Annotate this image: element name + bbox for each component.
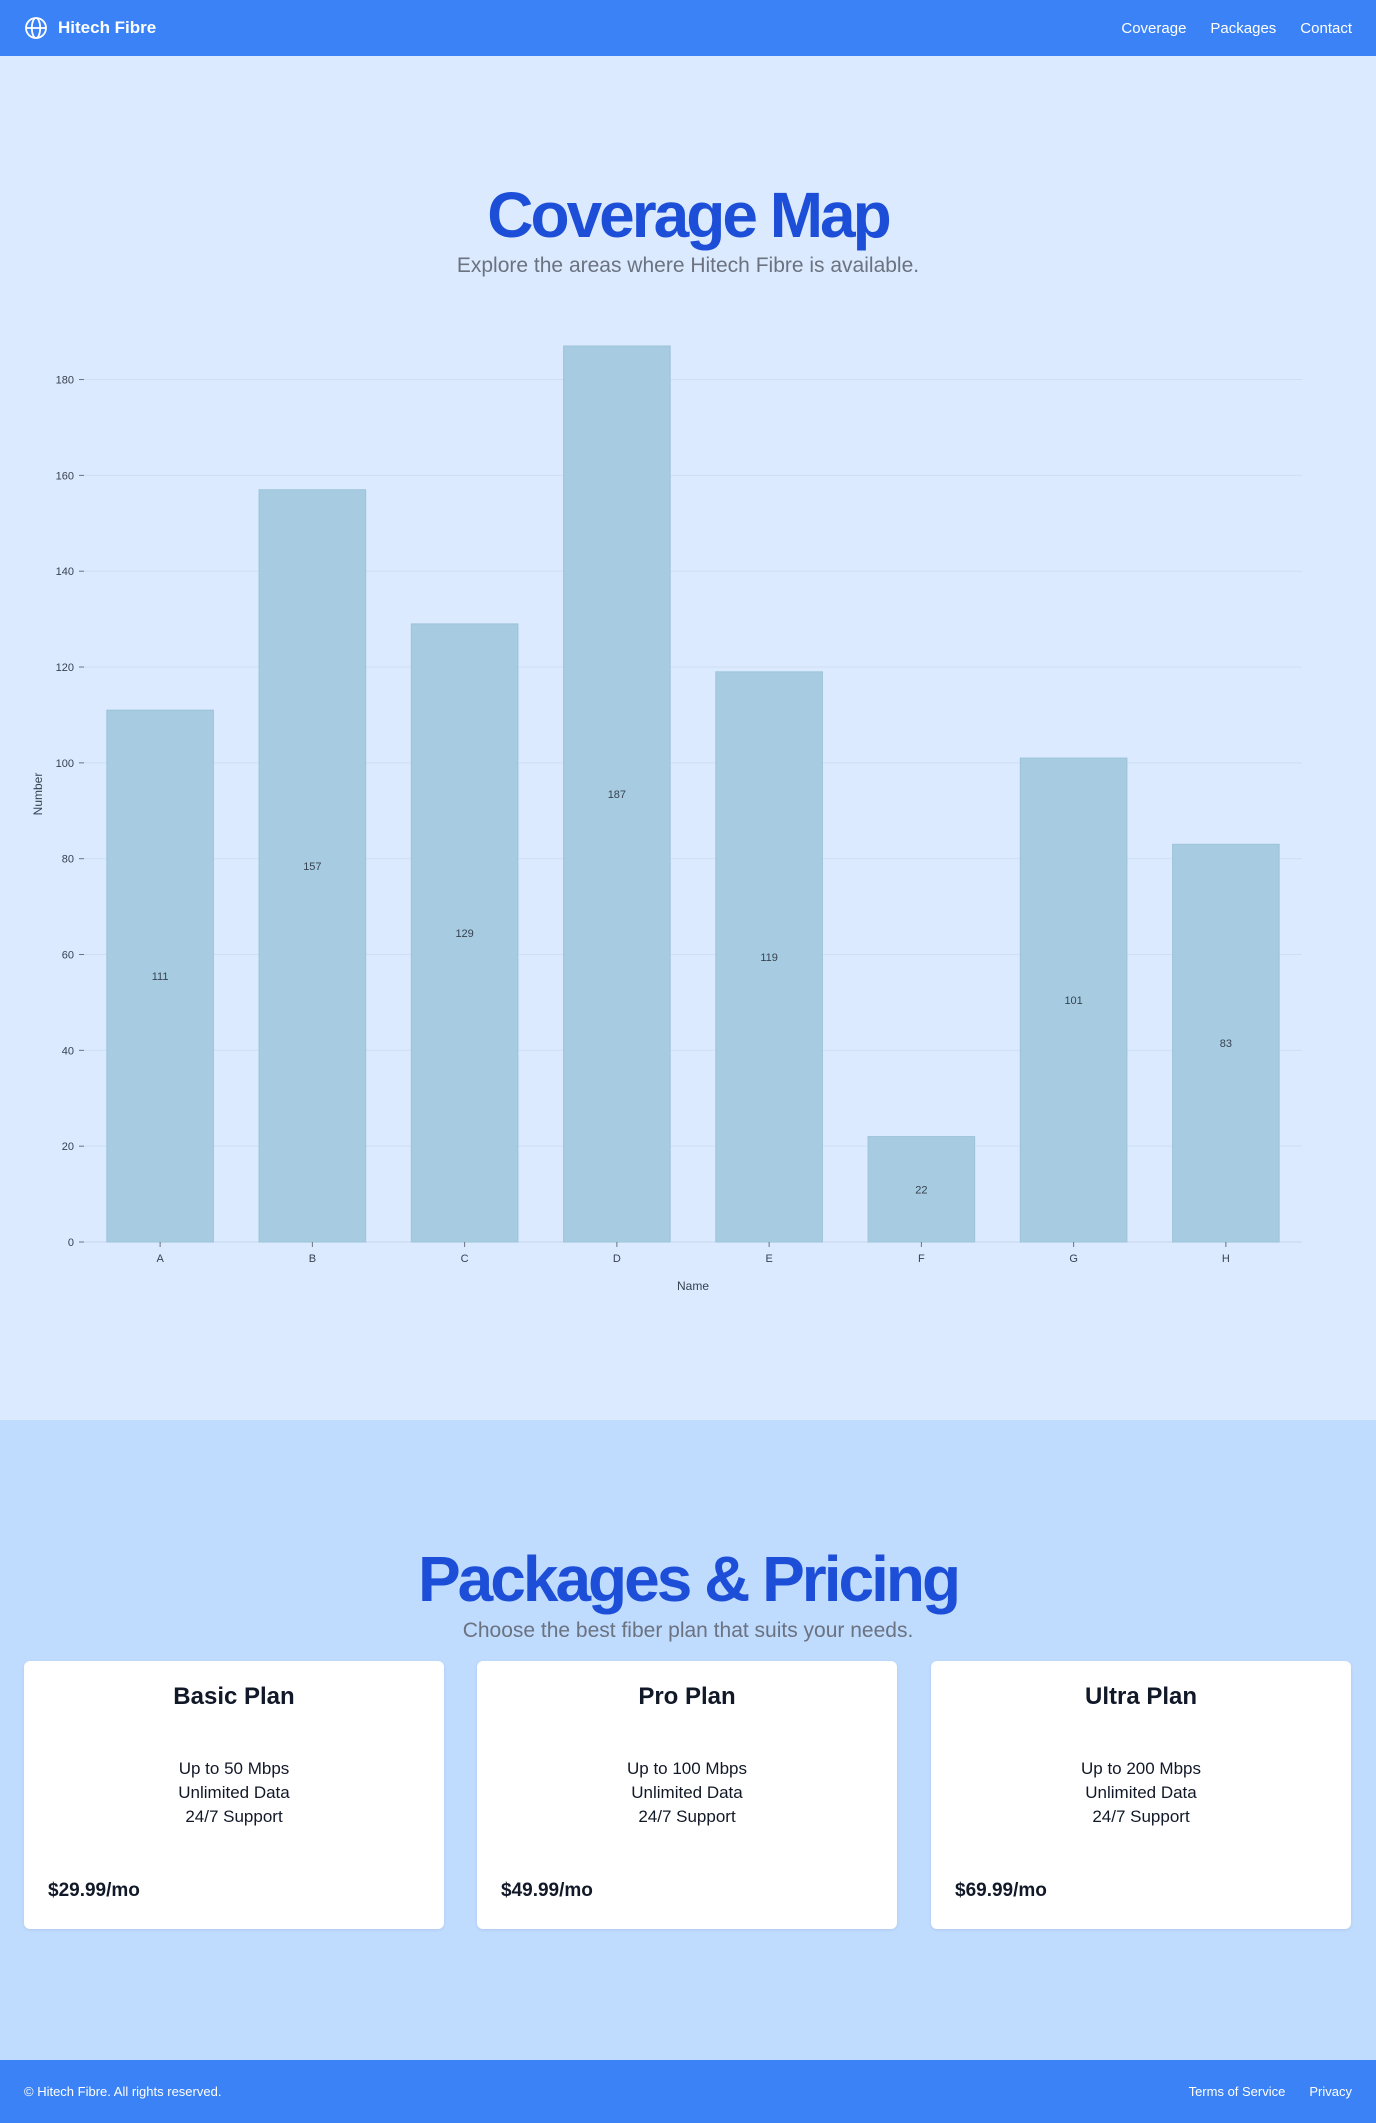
plan-price: $49.99/mo xyxy=(501,1880,593,1901)
plan-feature: Unlimited Data xyxy=(631,1783,743,1802)
x-tick-label: H xyxy=(1222,1253,1230,1265)
plan-name: Ultra Plan xyxy=(1084,1683,1198,1710)
x-tick-label: B xyxy=(309,1253,316,1265)
plan-feature: 24/7 Support xyxy=(638,1807,736,1826)
privacy-link[interactable]: Privacy xyxy=(1309,2084,1352,2099)
bar-value-label: 111 xyxy=(152,971,169,983)
plan-card-basic[interactable]: Basic Plan Up to 50 Mbps Unlimited Data … xyxy=(24,1661,444,1929)
x-tick-label: D xyxy=(613,1253,621,1265)
y-tick-label: 120 xyxy=(56,662,74,674)
plan-card-pro[interactable]: Pro Plan Up to 100 Mbps Unlimited Data 2… xyxy=(477,1661,897,1929)
y-tick-label: 80 xyxy=(62,854,74,866)
plan-features: Up to 200 Mbps Unlimited Data 24/7 Suppo… xyxy=(931,1757,1351,1829)
globe-icon xyxy=(25,17,47,39)
brand-name: Hitech Fibre xyxy=(58,18,157,37)
plan-name: Pro Plan xyxy=(638,1683,736,1710)
y-tick-label: 40 xyxy=(62,1045,74,1057)
y-tick-label: 140 xyxy=(56,566,74,578)
plan-feature: 24/7 Support xyxy=(185,1807,283,1826)
y-tick-label: 160 xyxy=(56,470,74,482)
y-tick-label: 100 xyxy=(56,758,74,770)
y-tick-label: 60 xyxy=(62,950,74,962)
bar-value-label: 187 xyxy=(608,789,626,801)
y-tick-label: 20 xyxy=(62,1141,74,1153)
coverage-subtitle: Explore the areas where Hitech Fibre is … xyxy=(456,254,920,277)
terms-link[interactable]: Terms of Service xyxy=(1189,2084,1286,2099)
nav-link-contact[interactable]: Contact xyxy=(1300,20,1352,37)
bar-value-label: 157 xyxy=(303,861,321,873)
plan-name: Basic Plan xyxy=(173,1683,295,1710)
coverage-title: Coverage Map xyxy=(487,179,891,251)
brand[interactable]: Hitech Fibre xyxy=(24,16,156,40)
x-axis-title: Name xyxy=(677,1279,709,1293)
y-axis-title: Number xyxy=(31,773,45,816)
footer: © Hitech Fibre. All rights reserved. Ter… xyxy=(0,2060,1376,2123)
x-tick-label: A xyxy=(156,1253,164,1265)
plan-feature: Up to 100 Mbps xyxy=(626,1759,747,1778)
bar-value-label: 101 xyxy=(1064,995,1082,1007)
plan-card-ultra[interactable]: Ultra Plan Up to 200 Mbps Unlimited Data… xyxy=(931,1661,1351,1929)
plan-feature: Unlimited Data xyxy=(1085,1783,1197,1802)
top-navbar: Hitech Fibre Coverage Packages Contact xyxy=(0,0,1376,56)
x-tick-label: F xyxy=(918,1253,925,1265)
plan-price: $69.99/mo xyxy=(955,1880,1047,1901)
plan-feature: Up to 200 Mbps xyxy=(1080,1759,1201,1778)
nav-link-packages[interactable]: Packages xyxy=(1210,20,1276,37)
x-tick-label: G xyxy=(1069,1253,1078,1265)
pricing-title: Packages & Pricing xyxy=(417,1543,961,1615)
bar-value-label: 83 xyxy=(1220,1038,1232,1050)
plan-feature: Unlimited Data xyxy=(178,1783,290,1802)
x-tick-label: C xyxy=(461,1253,469,1265)
bar-value-label: 22 xyxy=(915,1184,927,1196)
plan-features: Up to 100 Mbps Unlimited Data 24/7 Suppo… xyxy=(477,1757,897,1829)
plan-features: Up to 50 Mbps Unlimited Data 24/7 Suppor… xyxy=(24,1757,444,1829)
copyright-text: © Hitech Fibre. All rights reserved. xyxy=(24,2084,222,2099)
plan-price: $29.99/mo xyxy=(48,1880,140,1901)
y-tick-label: 0 xyxy=(68,1237,74,1249)
x-tick-label: E xyxy=(765,1253,772,1265)
y-tick-label: 180 xyxy=(56,375,74,387)
plan-feature: Up to 50 Mbps xyxy=(178,1759,290,1778)
main-nav: Coverage Packages Contact xyxy=(1121,20,1352,37)
nav-link-coverage[interactable]: Coverage xyxy=(1121,20,1186,37)
bar-value-label: 119 xyxy=(760,952,778,964)
coverage-bar-chart: 0 20 40 60 80 100 120 140 160 180 111 A 157 B 129 C 187 D… xyxy=(31,345,1302,1293)
pricing-subtitle: Choose the best fiber plan that suits yo… xyxy=(462,1619,914,1642)
footer-links: Terms of Service Privacy xyxy=(1189,2084,1352,2099)
bar-value-label: 129 xyxy=(455,928,473,940)
plan-feature: 24/7 Support xyxy=(1092,1807,1190,1826)
